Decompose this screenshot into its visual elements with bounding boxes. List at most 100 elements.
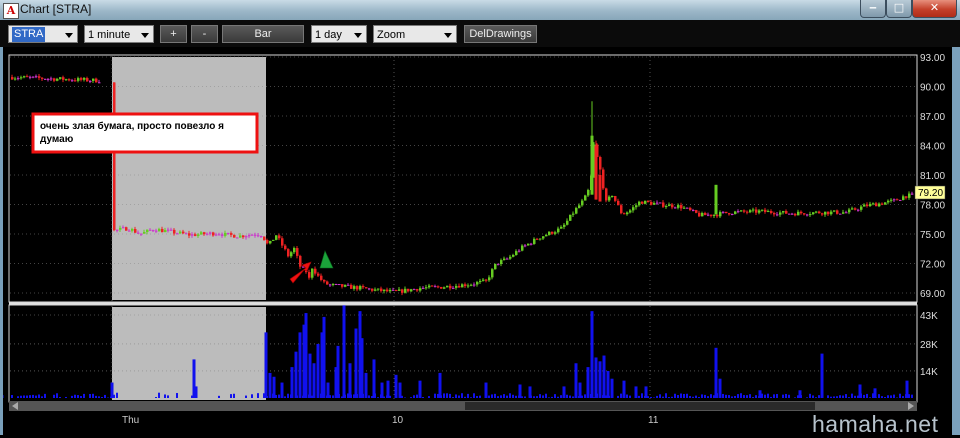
candle-body [92,79,95,81]
candle-body [281,238,284,245]
volume-bar [866,394,868,398]
volume-bar [812,395,814,398]
annotation-box[interactable]: очень злая бумага, просто повезло я дума… [33,114,257,152]
candle-body [341,284,344,287]
candle-body [215,234,218,235]
candle-body [353,286,356,289]
candle-body [503,259,506,260]
volume-bar [668,397,670,398]
volume-bar [584,394,586,398]
candle-body [299,256,302,267]
candle-body [140,234,143,235]
candle-body [173,230,176,234]
price-tick-label: 78.00 [920,201,945,212]
candle-body [902,196,905,200]
price-tick-label: 75.00 [920,230,945,241]
volume-bar [677,395,679,398]
candle-body [860,207,863,210]
volume-bar [740,393,742,398]
maximize-button[interactable]: □ [886,0,912,18]
volume-bar [497,396,499,398]
volume-tick-label: 28K [920,340,938,351]
candle-body [500,260,503,264]
candle-body [206,234,209,235]
candle-body [20,77,23,78]
candle-body [782,211,785,212]
volume-bar [361,338,364,398]
volume-bar [911,395,913,398]
candle-body [650,202,653,205]
candle-body [419,288,422,290]
candle-body [332,284,335,285]
candle-body [686,208,689,209]
candle-body [911,194,914,195]
candle-body [595,146,598,200]
volume-bar [773,394,775,398]
candle-body [236,237,239,238]
volume-bar [830,397,832,398]
candle-body [422,288,425,289]
mode-select[interactable]: Zoom [373,25,457,43]
interval-select[interactable]: 1 minute [84,25,154,43]
zoom-in-button[interactable]: + [160,25,187,43]
volume-bar [746,395,748,398]
volume-bar [788,395,790,398]
symbol-select[interactable]: STRA [8,25,78,43]
volume-bar [749,394,751,398]
volume-bar [343,305,346,398]
candle-body [191,234,194,235]
candle-body [347,285,350,286]
volume-bar [349,363,352,398]
chart-style-button[interactable]: Bar [222,25,304,43]
horizontal-scrollbar[interactable] [9,401,917,411]
candle-body [128,231,131,232]
volume-bar [439,373,442,398]
candle-body [59,77,62,79]
candle-body [635,205,638,207]
site-watermark: hamaha.net [812,411,938,438]
minimize-button[interactable]: ‒ [860,0,886,18]
candle-body [248,235,251,236]
candle-body [839,214,842,215]
volume-bar [635,386,638,398]
del-drawings-button[interactable]: DelDrawings [464,25,537,43]
price-tick-label: 87.00 [920,112,945,123]
candle-body [569,215,572,221]
volume-bar [715,348,718,398]
candle-body [611,196,614,197]
volume-bar [500,395,502,398]
chart-toolbar: STRA 1 minute + - Bar 1 day Zoom DelDraw… [0,20,960,48]
volume-bar [674,394,676,398]
zoom-out-button[interactable]: - [191,25,218,43]
volume-bar [158,393,160,398]
candle-body [119,228,122,230]
volume-bar [560,395,562,398]
candle-body [257,235,260,236]
volume-bar [902,396,904,398]
candle-body [683,208,686,209]
candle-body [26,76,29,77]
candle-body [530,244,533,245]
candle-body [653,203,656,205]
volume-bar [557,397,559,398]
volume-bar [29,395,31,398]
price-chart[interactable]: 93.0090.0087.0084.0081.0078.0075.0072.00… [0,47,960,435]
candle-body [737,211,740,212]
candle-body [794,214,797,215]
candle-body [56,79,59,81]
candle-body [308,272,311,278]
volume-bar [569,396,571,398]
candle-body [416,289,419,290]
candle-body [443,287,446,288]
candle-body [626,212,629,214]
last-price-label: 79.20 [915,186,945,199]
volume-bar [587,367,590,398]
candle-body [74,80,77,81]
period-select[interactable]: 1 day [311,25,367,43]
close-button[interactable]: ✕ [912,0,957,18]
volume-bar [887,395,889,398]
candle-body [638,202,641,205]
chevron-down-icon [65,33,73,38]
candle-body [53,78,56,80]
candle-body [410,289,413,291]
